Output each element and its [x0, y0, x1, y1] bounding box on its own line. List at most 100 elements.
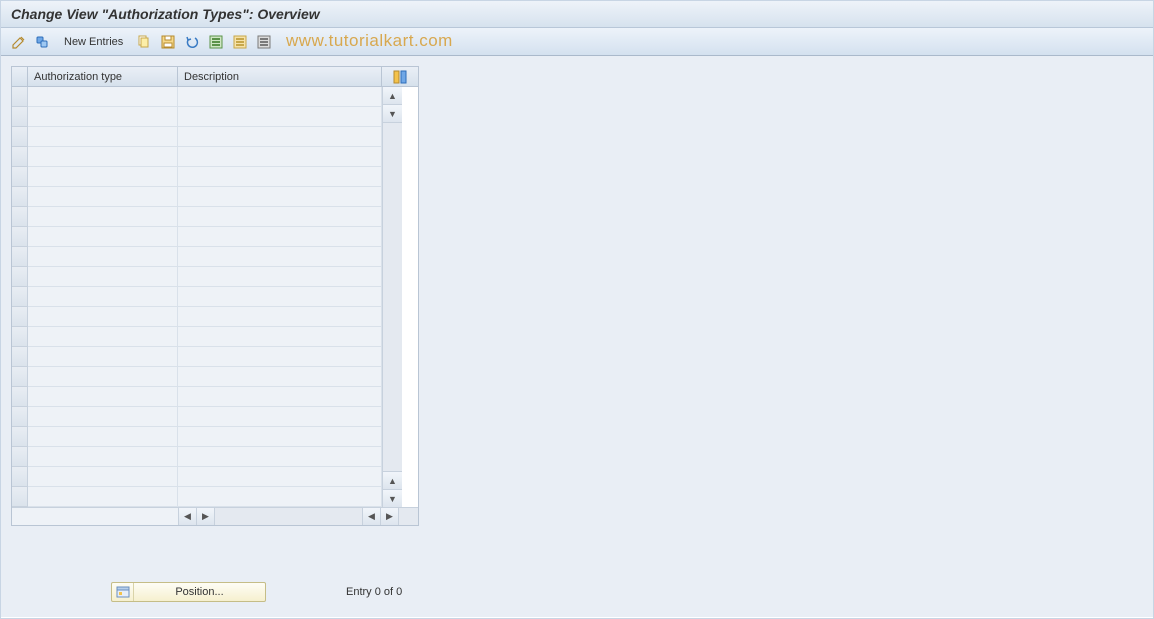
new-entries-button[interactable]: New Entries [57, 32, 130, 52]
cell-description[interactable] [178, 487, 382, 507]
hscroll-left-icon[interactable]: ◀ [178, 508, 196, 525]
cell-auth-type[interactable] [28, 227, 178, 247]
copy-icon[interactable] [134, 32, 154, 52]
row-selector[interactable] [12, 447, 28, 467]
row-selector[interactable] [12, 87, 28, 107]
hscroll-right-icon[interactable]: ▶ [196, 508, 214, 525]
cell-auth-type[interactable] [28, 387, 178, 407]
cell-description[interactable] [178, 207, 382, 227]
row-selector[interactable] [12, 487, 28, 507]
scroll-down2-icon[interactable]: ▼ [383, 489, 402, 507]
row-selector[interactable] [12, 227, 28, 247]
cell-auth-type[interactable] [28, 107, 178, 127]
save-icon[interactable] [158, 32, 178, 52]
row-selector[interactable] [12, 467, 28, 487]
cell-description[interactable] [178, 87, 382, 107]
table-row [12, 327, 382, 347]
cell-description[interactable] [178, 107, 382, 127]
cell-auth-type[interactable] [28, 187, 178, 207]
cell-auth-type[interactable] [28, 327, 178, 347]
cell-auth-type[interactable] [28, 487, 178, 507]
cell-auth-type[interactable] [28, 147, 178, 167]
row-selector[interactable] [12, 427, 28, 447]
cell-description[interactable] [178, 227, 382, 247]
row-selector[interactable] [12, 407, 28, 427]
scroll-up2-icon[interactable]: ▲ [383, 471, 402, 489]
position-icon [112, 583, 134, 601]
change-icon[interactable] [9, 32, 29, 52]
cell-auth-type[interactable] [28, 87, 178, 107]
cell-auth-type[interactable] [28, 467, 178, 487]
undo-icon[interactable] [182, 32, 202, 52]
row-selector[interactable] [12, 327, 28, 347]
horizontal-scrollbar[interactable]: ◀ ▶ ◀ ▶ [12, 507, 418, 525]
row-selector-header[interactable] [12, 67, 28, 87]
cell-description[interactable] [178, 407, 382, 427]
table-row [12, 227, 382, 247]
cell-description[interactable] [178, 427, 382, 447]
vertical-scrollbar[interactable]: ▲ ▼ ▲ ▼ [382, 87, 402, 507]
hscroll-left2-icon[interactable]: ◀ [362, 508, 380, 525]
row-selector[interactable] [12, 187, 28, 207]
cell-description[interactable] [178, 127, 382, 147]
cell-auth-type[interactable] [28, 127, 178, 147]
row-selector[interactable] [12, 127, 28, 147]
scroll-up-icon[interactable]: ▲ [383, 87, 402, 105]
cell-description[interactable] [178, 327, 382, 347]
deselect-all-icon[interactable] [230, 32, 250, 52]
cell-description[interactable] [178, 447, 382, 467]
position-button[interactable]: Position... [111, 582, 266, 602]
cell-auth-type[interactable] [28, 347, 178, 367]
row-selector[interactable] [12, 367, 28, 387]
hscroll-right2-icon[interactable]: ▶ [380, 508, 398, 525]
cell-auth-type[interactable] [28, 367, 178, 387]
table-row [12, 187, 382, 207]
cell-description[interactable] [178, 187, 382, 207]
table-config-icon[interactable] [382, 67, 418, 87]
cell-description[interactable] [178, 167, 382, 187]
scroll-down-icon[interactable]: ▼ [383, 105, 402, 123]
data-table: Authorization type Description ▲ ▼ ▲ ▼ [11, 66, 419, 526]
row-selector[interactable] [12, 307, 28, 327]
col-header-description[interactable]: Description [178, 67, 382, 87]
cell-auth-type[interactable] [28, 167, 178, 187]
hscroll-track[interactable] [214, 508, 362, 525]
row-selector[interactable] [12, 147, 28, 167]
cell-description[interactable] [178, 267, 382, 287]
cell-description[interactable] [178, 347, 382, 367]
cell-description[interactable] [178, 467, 382, 487]
cell-description[interactable] [178, 387, 382, 407]
row-selector[interactable] [12, 267, 28, 287]
table-row [12, 87, 382, 107]
find-icon[interactable] [33, 32, 53, 52]
cell-description[interactable] [178, 147, 382, 167]
print-icon[interactable] [254, 32, 274, 52]
cell-auth-type[interactable] [28, 307, 178, 327]
cell-auth-type[interactable] [28, 267, 178, 287]
table-row [12, 307, 382, 327]
row-selector[interactable] [12, 287, 28, 307]
row-selector[interactable] [12, 247, 28, 267]
row-selector[interactable] [12, 387, 28, 407]
scroll-track[interactable] [383, 123, 402, 471]
row-selector[interactable] [12, 107, 28, 127]
row-selector[interactable] [12, 347, 28, 367]
cell-auth-type[interactable] [28, 427, 178, 447]
cell-auth-type[interactable] [28, 287, 178, 307]
select-all-icon[interactable] [206, 32, 226, 52]
table-row [12, 267, 382, 287]
row-selector[interactable] [12, 207, 28, 227]
cell-auth-type[interactable] [28, 207, 178, 227]
cell-auth-type[interactable] [28, 407, 178, 427]
table-row [12, 387, 382, 407]
cell-auth-type[interactable] [28, 247, 178, 267]
row-selector[interactable] [12, 167, 28, 187]
cell-description[interactable] [178, 247, 382, 267]
table-row [12, 127, 382, 147]
col-header-auth-type[interactable]: Authorization type [28, 67, 178, 87]
cell-description[interactable] [178, 307, 382, 327]
cell-auth-type[interactable] [28, 447, 178, 467]
cell-description[interactable] [178, 367, 382, 387]
table-row [12, 207, 382, 227]
cell-description[interactable] [178, 287, 382, 307]
